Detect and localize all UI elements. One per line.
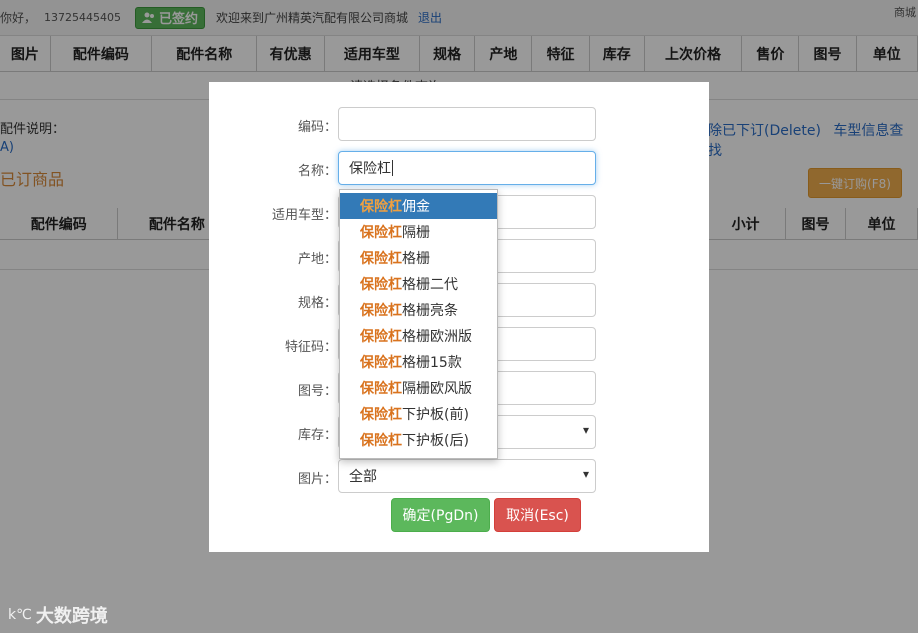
image-label: 图片： <box>297 472 337 487</box>
autocomplete-keyword: 保险杠 <box>360 381 402 397</box>
autocomplete-keyword: 保险杠 <box>360 303 402 319</box>
autocomplete-suffix: 格栅二代 <box>402 277 458 293</box>
spec-label: 规格： <box>297 296 337 311</box>
autocomplete-item[interactable]: 保险杠 格栅15款 <box>340 349 497 375</box>
autocomplete-keyword: 保险杠 <box>360 355 402 371</box>
name-autocomplete-list: 保险杠 佣金 保险杠 隔栅 保险杠 格栅 保险杠 格栅二代 保险杠 格栅亮条 保险杠 格栅欧洲版 保险杠… <box>339 189 498 459</box>
origin-label: 产地： <box>297 252 337 267</box>
field-name: 名称： 保险杠 <box>209 151 709 185</box>
autocomplete-suffix: 格栅15款 <box>402 355 462 371</box>
autocomplete-keyword: 保险杠 <box>360 225 402 241</box>
vehicle-label: 适用车型： <box>271 208 337 223</box>
code-input[interactable] <box>338 107 596 141</box>
stock-label: 库存： <box>297 428 337 443</box>
watermark-text: 大数跨境 <box>35 606 108 627</box>
cancel-button[interactable]: 取消(Esc) <box>494 498 581 532</box>
autocomplete-item[interactable]: 保险杠 隔栅欧风版 <box>340 375 497 401</box>
autocomplete-suffix: 隔栅 <box>402 225 430 241</box>
autocomplete-item[interactable]: 保险杠 下护板(前) <box>340 401 497 427</box>
text-caret <box>392 160 393 176</box>
watermark: k℃ 大数跨境 <box>8 602 108 628</box>
autocomplete-keyword: 保险杠 <box>360 407 402 423</box>
autocomplete-suffix: 佣金 <box>402 199 430 215</box>
autocomplete-suffix: 格栅欧洲版 <box>402 329 472 345</box>
autocomplete-keyword: 保险杠 <box>360 199 402 215</box>
autocomplete-item[interactable]: 保险杠 格栅欧洲版 <box>340 323 497 349</box>
autocomplete-suffix: 下护板(后) <box>402 433 469 449</box>
autocomplete-keyword: 保险杠 <box>360 251 402 267</box>
name-input-value: 保险杠 <box>349 161 391 177</box>
drawing-no-label: 图号： <box>297 384 337 399</box>
autocomplete-suffix: 格栅亮条 <box>402 303 458 319</box>
autocomplete-item[interactable]: 保险杠 格栅 <box>340 245 497 271</box>
autocomplete-item[interactable]: 保险杠 下护板(后) <box>340 427 497 453</box>
field-image: 图片： 全部 <box>209 459 709 493</box>
confirm-button[interactable]: 确定(PgDn) <box>391 498 490 532</box>
code-label: 编码： <box>297 120 337 135</box>
autocomplete-item[interactable]: 保险杠 佣金 <box>340 193 497 219</box>
autocomplete-item[interactable]: 保险杠 格栅亮条 <box>340 297 497 323</box>
name-label: 名称： <box>297 164 337 179</box>
autocomplete-keyword: 保险杠 <box>360 433 402 449</box>
autocomplete-suffix: 隔栅欧风版 <box>402 381 472 397</box>
name-input[interactable]: 保险杠 <box>338 151 596 185</box>
autocomplete-suffix: 下护板(前) <box>402 407 469 423</box>
autocomplete-keyword: 保险杠 <box>360 329 402 345</box>
watermark-logo-icon: k℃ <box>8 607 32 623</box>
autocomplete-item[interactable]: 保险杠 格栅二代 <box>340 271 497 297</box>
autocomplete-suffix: 格栅 <box>402 251 430 267</box>
field-code: 编码： <box>209 107 709 141</box>
autocomplete-item[interactable]: 保险杠 隔栅 <box>340 219 497 245</box>
feature-code-label: 特征码： <box>284 340 337 355</box>
image-select[interactable]: 全部 <box>338 459 596 493</box>
autocomplete-keyword: 保险杠 <box>360 277 402 293</box>
